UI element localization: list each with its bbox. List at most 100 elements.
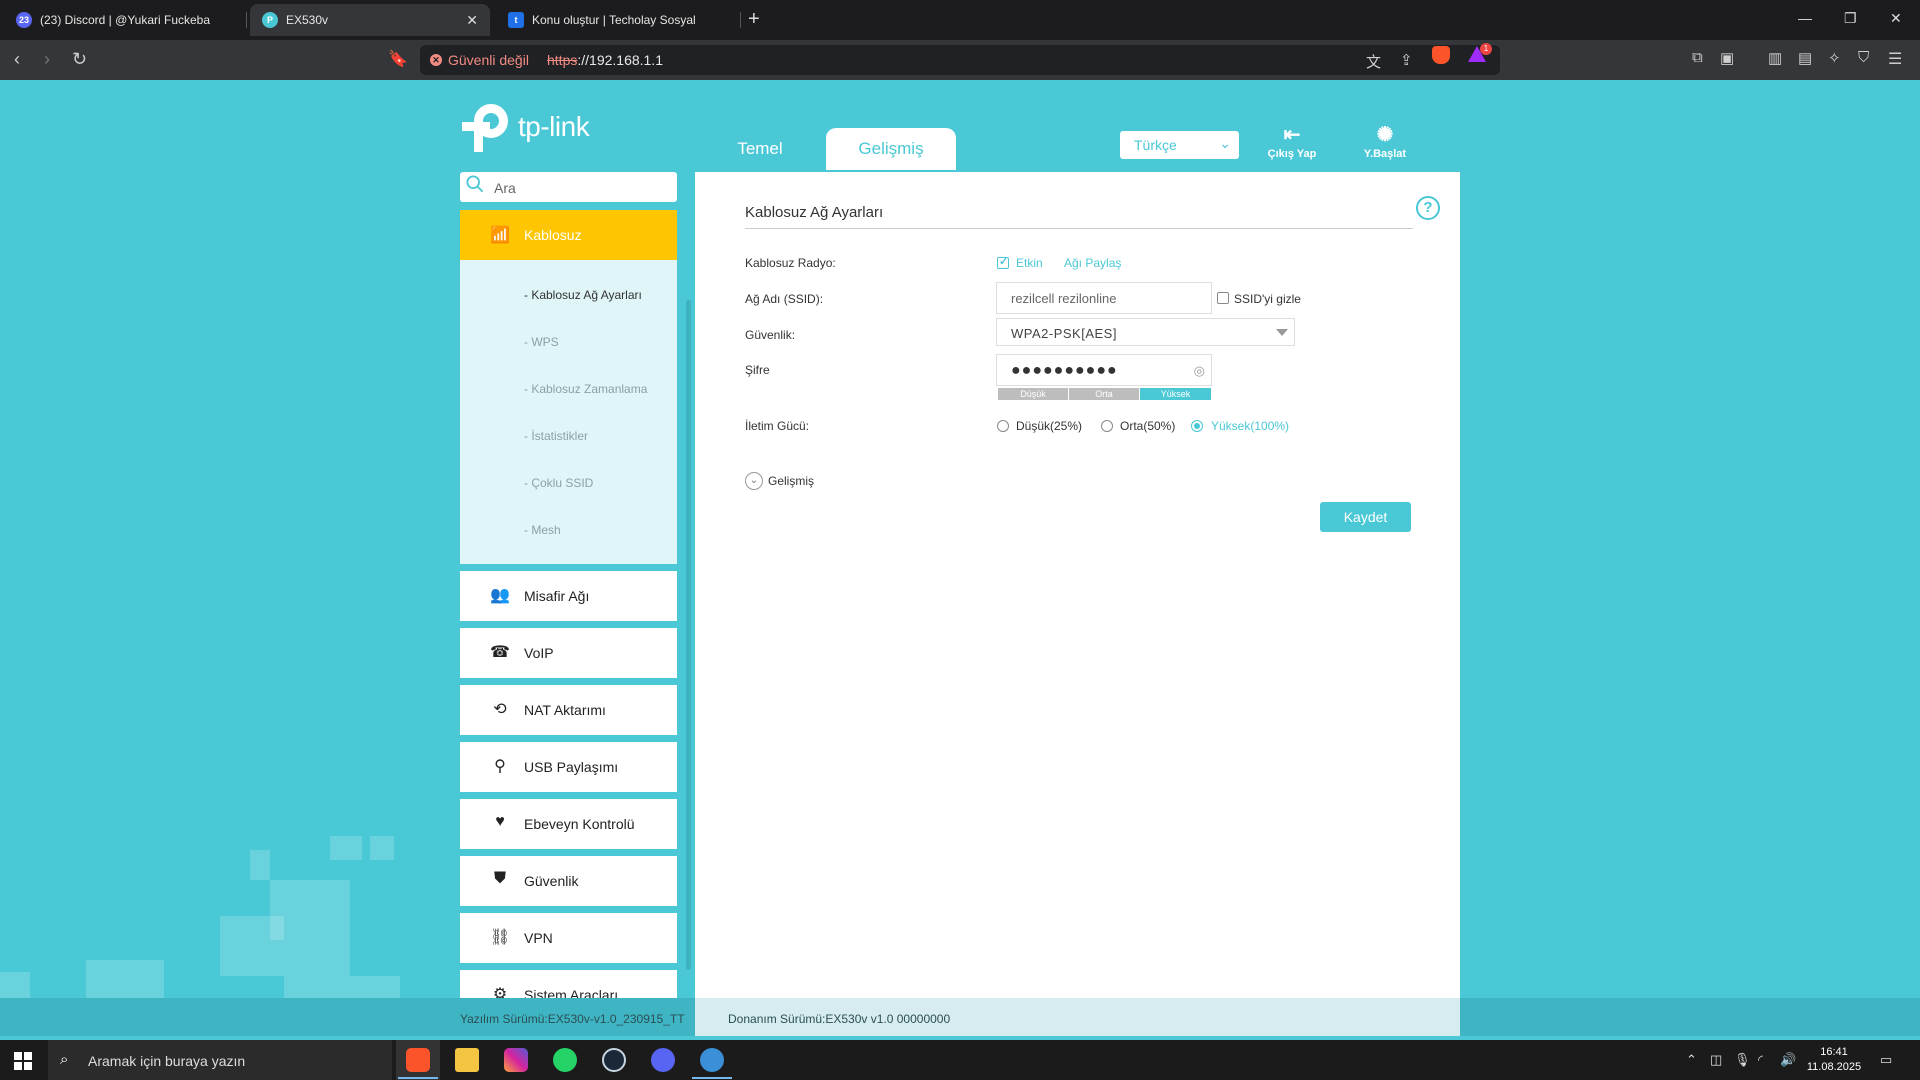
settings-form-lower: İletim Gücü: Düşük(25%) Orta(50%) Yüksek… <box>695 172 1460 532</box>
search-placeholder: Ara <box>494 180 516 196</box>
advanced-toggle[interactable]: ⌄ Gelişmiş <box>745 472 814 490</box>
camera-icon[interactable]: ◫ <box>1710 1052 1722 1068</box>
browser-tab-bar: 23 (23) Discord | @Yukari Fuckeba P EX53… <box>0 0 1920 40</box>
sidebar-item-nat[interactable]: ⟲ NAT Aktarımı <box>460 685 677 735</box>
wallet-icon[interactable]: ▤ <box>1798 49 1812 67</box>
tab-title: Konu oluştur | Techolay Sosyal <box>532 13 696 27</box>
menu-icon[interactable]: ☰ <box>1888 49 1902 69</box>
discord-taskbar-icon[interactable] <box>651 1048 675 1072</box>
decor-square <box>86 960 164 1000</box>
sidebar-scrollbar[interactable] <box>686 300 691 970</box>
taskbar-search[interactable]: ⌕ Aramak için buraya yazın <box>48 1040 392 1080</box>
tab-basic[interactable]: Temel <box>720 128 800 170</box>
sidebar-sub-wireless-settings[interactable]: - Kablosuz Ağ Ayarları <box>524 288 642 302</box>
tab-techolay[interactable]: t Konu oluştur | Techolay Sosyal <box>496 4 736 36</box>
forward-icon[interactable]: › <box>44 49 50 70</box>
hardware-version: Donanım Sürümü:EX530v v1.0 00000000 <box>728 1012 951 1026</box>
browser-toolbar: ‹ › ↻ 🔖 ✕ Güvenli değil https://192.168.… <box>0 40 1920 80</box>
chevron-down-circle-icon: ⌄ <box>745 472 763 490</box>
sidebar-item-system-tools[interactable]: ⚙ Sistem Araçları <box>460 970 677 998</box>
decor-square <box>350 976 400 1000</box>
instagram-icon[interactable] <box>504 1048 528 1072</box>
power-low-radio[interactable] <box>997 420 1009 432</box>
language-select[interactable]: Türkçe ⌄ <box>1120 131 1239 159</box>
open-indicator <box>692 1077 732 1079</box>
save-button[interactable]: Kaydet <box>1320 502 1411 532</box>
sidebar-item-voip[interactable]: ☎ VoIP <box>460 628 677 678</box>
steam-icon[interactable] <box>602 1048 626 1072</box>
sidebar-item-security[interactable]: ⛊ Güvenlik <box>460 856 677 906</box>
microphone-icon[interactable]: 🎙 <box>1734 1052 1751 1068</box>
sidebar-item-guest-network[interactable]: 👥 Misafir Ağı <box>460 571 677 621</box>
logout-button[interactable]: ⇤ Çıkış Yap <box>1257 124 1327 160</box>
sidebar-item-wireless[interactable]: 📶 Kablosuz <box>460 210 677 260</box>
tab-advanced[interactable]: Gelişmiş <box>826 128 956 170</box>
tplink-logo: tp-link <box>460 102 590 152</box>
sidebar-item-parental-controls[interactable]: ♥ Ebeveyn Kontrolü <box>460 799 677 849</box>
security-label: Güvenli değil <box>448 52 529 68</box>
tab-discord[interactable]: 23 (23) Discord | @Yukari Fuckeba <box>4 4 244 36</box>
file-explorer-icon[interactable] <box>455 1048 479 1072</box>
vpn-shield-icon[interactable]: ⛉ <box>1858 49 1869 66</box>
link-icon: ⛓ <box>490 929 511 946</box>
nat-refresh-icon: ⟲ <box>493 701 507 718</box>
screenshot-icon[interactable]: ▣ <box>1720 49 1734 67</box>
taskbar-search-placeholder: Aramak için buraya yazın <box>88 1053 246 1069</box>
sidebar-item-vpn[interactable]: ⛓ VPN <box>460 913 677 963</box>
search-icon: ⌕ <box>60 1051 69 1068</box>
sidebar-icon[interactable]: ▥ <box>1768 49 1782 67</box>
restore-icon[interactable]: ❐ <box>1844 10 1857 27</box>
minimize-icon[interactable]: — <box>1798 10 1812 26</box>
firmware-version: Yazılım Sürümü:EX530v-v1.0_230915_TT <box>460 1012 685 1026</box>
close-window-icon[interactable]: ✕ <box>1890 10 1902 27</box>
volume-icon[interactable]: 🔊 <box>1780 1052 1796 1068</box>
leo-ai-icon[interactable]: ✧ <box>1828 49 1841 67</box>
back-icon[interactable]: ‹ <box>14 49 20 70</box>
qbittorrent-icon[interactable] <box>700 1048 724 1072</box>
search-icon <box>466 175 484 193</box>
sidebar-sub-wireless-schedule[interactable]: - Kablosuz Zamanlama <box>524 382 647 396</box>
sidebar-sub-wps[interactable]: - WPS <box>524 335 559 349</box>
power-medium-radio[interactable] <box>1101 420 1113 432</box>
wifi-icon: 📶 <box>490 227 510 244</box>
decor-square <box>284 940 350 998</box>
bookmark-icon[interactable]: 🔖 <box>388 49 408 69</box>
show-hidden-icons-icon[interactable]: ⌃ <box>1686 1052 1697 1068</box>
decor-square <box>330 836 362 860</box>
reboot-button[interactable]: ✺ Y.Başlat <box>1350 124 1420 160</box>
url-text[interactable]: https://192.168.1.1 <box>547 52 663 68</box>
reboot-icon: ✺ <box>1376 124 1394 146</box>
sidebar-sub-mesh[interactable]: - Mesh <box>524 523 561 537</box>
whatsapp-icon[interactable] <box>553 1048 577 1072</box>
close-tab-icon[interactable]: ✕ <box>466 12 478 29</box>
sidebar-sub-multi-ssid[interactable]: - Çoklu SSID <box>524 476 593 490</box>
tplink-favicon-icon: P <box>262 12 278 28</box>
new-tab-button[interactable]: + <box>748 8 760 31</box>
address-bar[interactable]: ✕ Güvenli değil https://192.168.1.1 文 ⇪ <box>420 45 1500 75</box>
sidebar-item-label: VoIP <box>524 645 554 661</box>
extensions-icon[interactable]: ⧉ <box>1692 49 1703 66</box>
wifi-tray-icon[interactable]: ◜ <box>1758 1052 1763 1068</box>
security-indicator[interactable]: ✕ Güvenli değil <box>430 52 529 68</box>
notifications-icon[interactable]: ▭ <box>1880 1052 1892 1068</box>
brave-shields-icon[interactable] <box>1432 46 1450 64</box>
share-icon[interactable]: ⇪ <box>1400 51 1413 69</box>
translate-icon[interactable]: 文 <box>1366 51 1381 72</box>
sidebar-sub-statistics[interactable]: - İstatistikler <box>524 429 588 443</box>
sidebar-search[interactable]: Ara <box>460 172 677 202</box>
sidebar-item-usb[interactable]: ⚲ USB Paylaşımı <box>460 742 677 792</box>
windows-start-icon[interactable] <box>14 1052 32 1070</box>
brave-taskbar-icon[interactable] <box>406 1048 430 1072</box>
tab-ex530v[interactable]: P EX530v ✕ <box>250 4 490 36</box>
power-low-label: Düşük(25%) <box>1016 419 1083 433</box>
discord-icon: 23 <box>16 12 32 28</box>
power-high-radio[interactable] <box>1191 420 1203 432</box>
clock-date: 11.08.2025 <box>1806 1061 1862 1073</box>
power-high-label: Yüksek(100%) <box>1211 419 1290 433</box>
phone-icon: ☎ <box>490 644 510 661</box>
reload-icon[interactable]: ↻ <box>72 49 87 70</box>
taskbar-clock[interactable]: 16:41 11.08.2025 <box>1806 1045 1862 1075</box>
heart-icon: ♥ <box>495 813 505 830</box>
sidebar-item-label: USB Paylaşımı <box>524 759 619 775</box>
sidebar-item-label: Sistem Araçları <box>524 987 619 998</box>
